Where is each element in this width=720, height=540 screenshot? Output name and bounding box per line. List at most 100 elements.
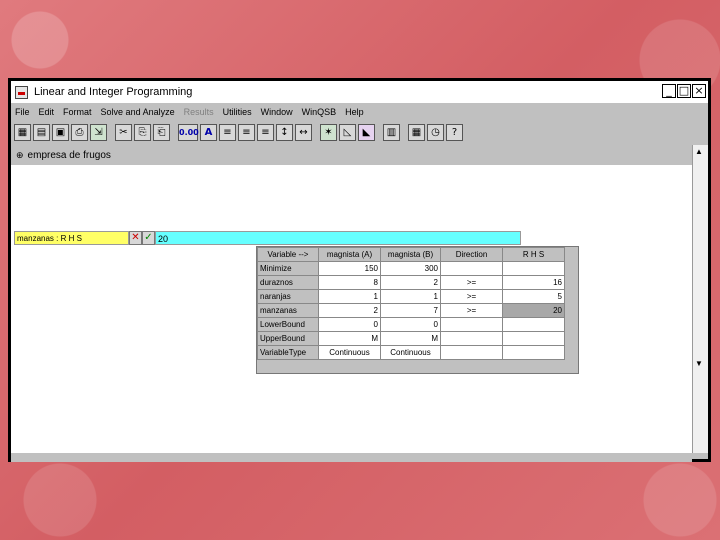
model-table: Variable --> magnista (A) magnista (B) D… — [257, 247, 565, 360]
table-cell[interactable]: M — [318, 331, 381, 346]
menu-file[interactable]: File — [15, 107, 30, 117]
confirm-edit-icon[interactable]: ✓ — [142, 231, 155, 245]
table-cell[interactable]: 16 — [502, 275, 565, 290]
minimize-button[interactable]: _ — [662, 84, 676, 98]
table-cell[interactable]: Continuous — [318, 345, 381, 360]
clock-icon[interactable]: ◷ — [427, 123, 444, 141]
table-cell[interactable]: >= — [440, 303, 503, 318]
window-controls: _ □ × — [662, 84, 706, 98]
table-cell[interactable]: 5 — [502, 289, 565, 304]
table-header-row: Variable --> magnista (A) magnista (B) D… — [257, 247, 565, 262]
table-cell[interactable]: 150 — [318, 261, 381, 276]
table-cell[interactable]: 2 — [380, 275, 441, 290]
align-right-icon[interactable]: ≡ — [257, 123, 274, 141]
table-cell[interactable] — [502, 331, 565, 346]
window-title: Linear and Integer Programming — [34, 86, 193, 98]
print-icon[interactable]: ⎙ — [71, 123, 88, 141]
column-header[interactable]: magnista (A) — [318, 247, 381, 262]
menu-edit[interactable]: Edit — [39, 107, 55, 117]
step-method-icon[interactable]: ◣ — [358, 123, 375, 141]
table-cell[interactable]: 8 — [318, 275, 381, 290]
table-cell[interactable]: 1 — [380, 289, 441, 304]
scroll-up-icon[interactable]: ▲ — [695, 147, 703, 156]
new-problem-icon[interactable]: ▦ — [14, 123, 31, 141]
menu-format[interactable]: Format — [63, 107, 92, 117]
row-height-icon[interactable]: ↕ — [276, 123, 293, 141]
font-icon[interactable]: A — [200, 123, 217, 141]
row-header[interactable]: Minimize — [257, 261, 319, 276]
menu-solve-and-analyze[interactable]: Solve and Analyze — [101, 107, 175, 117]
cell-reference: manzanas : R H S — [14, 231, 129, 245]
table-row: manzanas 2 7 >= 20 — [257, 303, 565, 318]
calculator-icon[interactable]: ▦ — [408, 123, 425, 141]
table-cell[interactable]: 300 — [380, 261, 441, 276]
table-cell[interactable] — [502, 261, 565, 276]
maximize-button[interactable]: □ — [677, 84, 691, 98]
vertical-scrollbar[interactable]: ▲ ▼ — [692, 145, 708, 453]
selected-cell[interactable]: 20 — [502, 303, 565, 318]
column-header[interactable]: magnista (B) — [380, 247, 441, 262]
table-cell[interactable] — [502, 317, 565, 332]
save-icon[interactable]: ▣ — [52, 123, 69, 141]
row-header[interactable]: VariableType — [257, 345, 319, 360]
table-row: LowerBound 0 0 — [257, 317, 565, 332]
table-row: VariableType Continuous Continuous — [257, 345, 565, 360]
table-cell[interactable]: M — [380, 331, 441, 346]
table-cell[interactable]: >= — [440, 275, 503, 290]
column-header[interactable]: Variable --> — [257, 247, 319, 262]
row-header[interactable]: naranjas — [257, 289, 319, 304]
close-button[interactable]: × — [692, 84, 706, 98]
solve-icon[interactable]: ✶ — [320, 123, 337, 141]
menu-utilities[interactable]: Utilities — [223, 107, 252, 117]
column-header[interactable]: R H S — [502, 247, 565, 262]
column-header[interactable]: Direction — [440, 247, 503, 262]
table-cell[interactable] — [440, 345, 503, 360]
document-icon[interactable]: ⊕ — [16, 150, 24, 161]
table-cell[interactable] — [440, 331, 503, 346]
document-title: empresa de frugos — [27, 149, 111, 161]
bar-chart-icon[interactable]: ▥ — [383, 123, 400, 141]
cell-value-input[interactable]: 20 — [155, 231, 521, 245]
document-window: ⊕ empresa de frugos manzanas : R H S ✕ ✓… — [11, 145, 692, 453]
open-file-icon[interactable]: ▤ — [33, 123, 50, 141]
title-bar: Linear and Integer Programming _ □ × — [11, 81, 708, 103]
cut-icon[interactable]: ✂ — [115, 123, 132, 141]
table-row: duraznos 8 2 >= 16 — [257, 275, 565, 290]
cell-edit-bar: manzanas : R H S ✕ ✓ 20 — [14, 231, 521, 245]
menu-help[interactable]: Help — [345, 107, 364, 117]
menu-winqsb[interactable]: WinQSB — [302, 107, 337, 117]
table-cell[interactable]: 2 — [318, 303, 381, 318]
graphic-method-icon[interactable]: ◺ — [339, 123, 356, 141]
table-cell[interactable]: 0 — [318, 317, 381, 332]
column-width-icon[interactable]: ↔ — [295, 123, 312, 141]
table-cell[interactable] — [440, 317, 503, 332]
row-header[interactable]: manzanas — [257, 303, 319, 318]
table-cell[interactable]: >= — [440, 289, 503, 304]
align-center-icon[interactable]: ≡ — [238, 123, 255, 141]
help-icon[interactable]: ? — [446, 123, 463, 141]
exit-icon[interactable]: ⇲ — [90, 123, 107, 141]
menu-window[interactable]: Window — [261, 107, 293, 117]
menu-results[interactable]: Results — [184, 107, 214, 117]
copy-icon[interactable]: ⎘ — [134, 123, 151, 141]
horizontal-scrollbar[interactable] — [11, 453, 692, 462]
number-format-icon[interactable]: 0.00 — [178, 123, 199, 141]
table-cell[interactable]: 0 — [380, 317, 441, 332]
align-left-icon[interactable]: ≡ — [219, 123, 236, 141]
paste-icon[interactable]: ⎗ — [153, 123, 170, 141]
table-cell[interactable] — [502, 345, 565, 360]
table-cell[interactable]: Continuous — [380, 345, 441, 360]
row-header[interactable]: duraznos — [257, 275, 319, 290]
table-row: naranjas 1 1 >= 5 — [257, 289, 565, 304]
toolbar: ▦ ▤ ▣ ⎙ ⇲ ✂ ⎘ ⎗ 0.00 A ≡ ≡ ≡ ↕ ↔ ✶ ◺ ◣ ▥… — [11, 120, 708, 144]
table-cell[interactable] — [440, 261, 503, 276]
table-row: UpperBound M M — [257, 331, 565, 346]
cancel-edit-icon[interactable]: ✕ — [129, 231, 142, 245]
scroll-down-icon[interactable]: ▼ — [695, 359, 703, 368]
table-cell[interactable]: 1 — [318, 289, 381, 304]
table-cell[interactable]: 7 — [380, 303, 441, 318]
app-icon[interactable] — [15, 85, 28, 99]
row-header[interactable]: LowerBound — [257, 317, 319, 332]
menu-bar: File Edit Format Solve and Analyze Resul… — [11, 103, 708, 120]
row-header[interactable]: UpperBound — [257, 331, 319, 346]
